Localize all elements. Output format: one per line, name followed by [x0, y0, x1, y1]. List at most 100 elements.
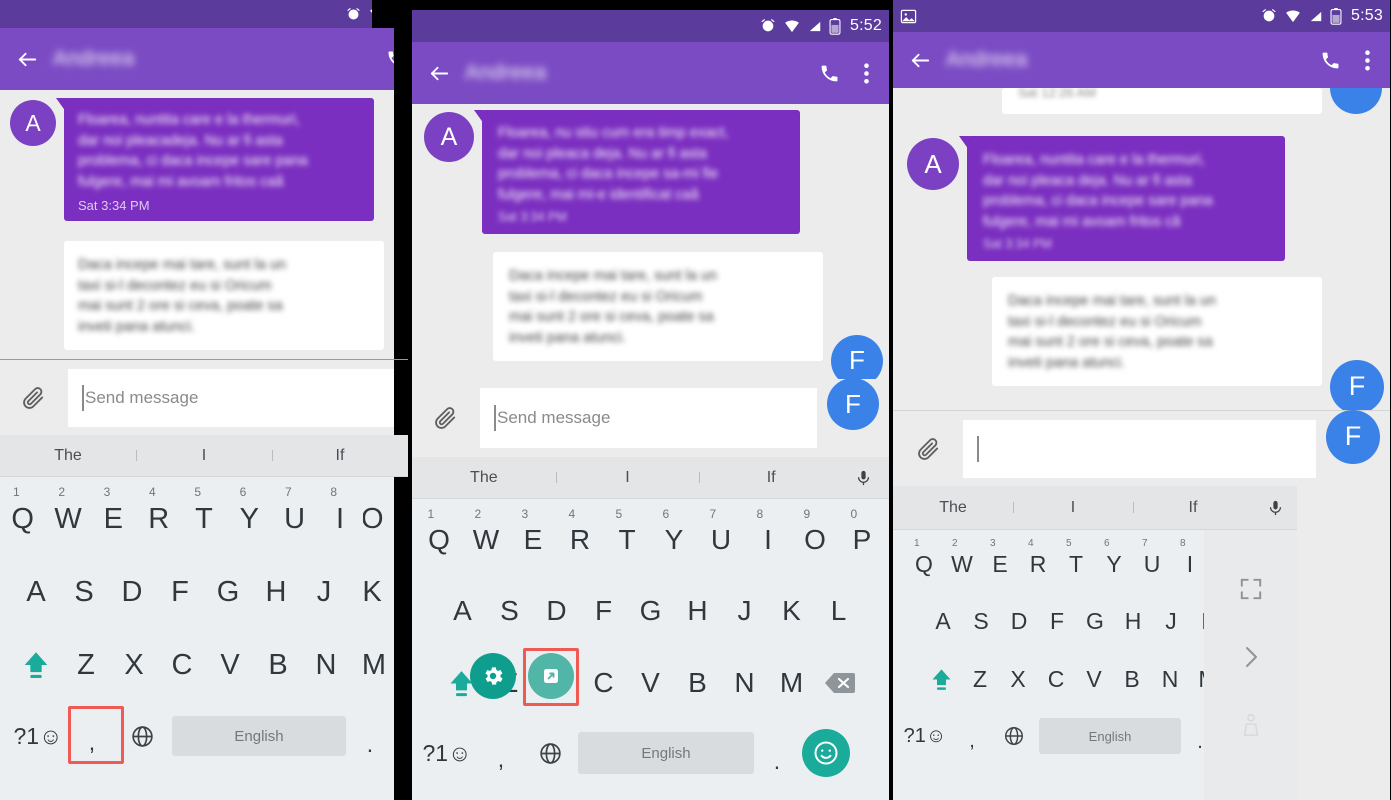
- key-C[interactable]: C: [1037, 654, 1075, 704]
- symbols-key[interactable]: ?1☺: [418, 725, 476, 781]
- key-M[interactable]: M: [350, 633, 398, 697]
- keyboard-settings-button[interactable]: [470, 653, 516, 699]
- paperclip-icon[interactable]: [432, 405, 458, 431]
- emoji-icon[interactable]: [802, 729, 850, 777]
- key-A[interactable]: A: [924, 596, 962, 646]
- suggestion-1[interactable]: I: [1013, 499, 1133, 517]
- key-M[interactable]: M: [768, 652, 815, 714]
- key-Y[interactable]: 6 Y: [227, 484, 272, 554]
- key-R[interactable]: 4R: [557, 506, 604, 574]
- key-L[interactable]: L: [815, 580, 862, 642]
- overflow-icon[interactable]: [854, 62, 879, 84]
- one-handed-mode-button[interactable]: [528, 653, 574, 699]
- key-V[interactable]: V: [206, 633, 254, 697]
- key-J[interactable]: J: [1152, 596, 1190, 646]
- paperclip-icon[interactable]: [915, 436, 941, 462]
- move-right-icon[interactable]: [1239, 642, 1263, 672]
- key-V[interactable]: V: [1075, 654, 1113, 704]
- period-key[interactable]: .: [346, 708, 394, 764]
- key-E[interactable]: 3E: [981, 537, 1019, 591]
- key-I[interactable]: 8 I: [317, 484, 362, 554]
- key-E[interactable]: 3 E: [91, 484, 136, 554]
- key-U[interactable]: 7U: [1133, 537, 1171, 591]
- symbols-key[interactable]: ?1☺: [899, 712, 951, 760]
- key-D[interactable]: D: [1000, 596, 1038, 646]
- message-bubble[interactable]: Floarea, nu stiu cum era timp exact, dar…: [474, 110, 800, 235]
- call-icon[interactable]: [809, 63, 850, 84]
- comma-key[interactable]: ,: [951, 712, 993, 760]
- key-G[interactable]: G: [1076, 596, 1114, 646]
- globe-icon[interactable]: [993, 712, 1035, 760]
- message-bubble-partial[interactable]: Sat 12:26 AM: [1002, 88, 1322, 114]
- suggestion-0[interactable]: The: [412, 469, 556, 487]
- key-W[interactable]: 2W: [943, 537, 981, 591]
- key-P[interactable]: 0P: [839, 506, 886, 574]
- suggestion-2[interactable]: If: [272, 447, 408, 465]
- period-key[interactable]: .: [754, 725, 800, 781]
- key-C[interactable]: C: [580, 652, 627, 714]
- key-V[interactable]: V: [627, 652, 674, 714]
- key-W[interactable]: 2 W: [45, 484, 90, 554]
- back-button[interactable]: [0, 48, 53, 71]
- key-E[interactable]: 3E: [510, 506, 557, 574]
- globe-icon[interactable]: [526, 725, 574, 781]
- key-H[interactable]: H: [674, 580, 721, 642]
- suggestion-0[interactable]: The: [0, 447, 136, 465]
- mic-icon[interactable]: [843, 467, 883, 489]
- message-bubble[interactable]: Daca incepe mai tare, sunt la un taxi si…: [493, 252, 823, 361]
- key-R[interactable]: 4 R: [136, 484, 181, 554]
- key-S[interactable]: S: [962, 596, 1000, 646]
- key-W[interactable]: 2W: [463, 506, 510, 574]
- key-A[interactable]: A: [12, 560, 60, 624]
- back-button[interactable]: [412, 62, 465, 85]
- key-D[interactable]: D: [533, 580, 580, 642]
- key-G[interactable]: G: [204, 560, 252, 624]
- space-key[interactable]: English: [1039, 718, 1181, 754]
- key-S[interactable]: S: [60, 560, 108, 624]
- message-input-2[interactable]: Send message: [480, 388, 817, 448]
- key-U[interactable]: 7U: [698, 506, 745, 574]
- message-input-3[interactable]: [963, 419, 1316, 478]
- space-key[interactable]: English: [172, 716, 346, 756]
- globe-icon[interactable]: [118, 708, 166, 764]
- key-A[interactable]: A: [439, 580, 486, 642]
- key-C[interactable]: C: [158, 633, 206, 697]
- key-J[interactable]: J: [300, 560, 348, 624]
- key-H[interactable]: H: [252, 560, 300, 624]
- key-Z[interactable]: Z: [62, 633, 110, 697]
- suggestion-2[interactable]: If: [1133, 499, 1253, 517]
- suggestion-1[interactable]: I: [555, 469, 700, 487]
- key-K[interactable]: K: [348, 560, 396, 624]
- key-Q[interactable]: 1Q: [905, 537, 943, 591]
- comma-key[interactable]: ,: [66, 708, 118, 764]
- message-bubble[interactable]: Daca incepe mai tare, sunt la un taxi si…: [992, 277, 1322, 386]
- key-F[interactable]: F: [156, 560, 204, 624]
- suggestion-0[interactable]: The: [893, 499, 1013, 517]
- paperclip-icon[interactable]: [20, 385, 46, 411]
- key-R[interactable]: 4R: [1019, 537, 1057, 591]
- key-S[interactable]: S: [486, 580, 533, 642]
- overflow-icon[interactable]: [1355, 49, 1380, 71]
- key-H[interactable]: H: [1114, 596, 1152, 646]
- symbols-key[interactable]: ?1☺: [10, 708, 66, 764]
- key-Y[interactable]: 6Y: [651, 506, 698, 574]
- space-key[interactable]: English: [578, 732, 754, 774]
- key-F[interactable]: F: [580, 580, 627, 642]
- key-B[interactable]: B: [674, 652, 721, 714]
- key-N[interactable]: N: [721, 652, 768, 714]
- key-K[interactable]: K: [768, 580, 815, 642]
- message-bubble[interactable]: Floarea, nuntita care e la thermuri, dar…: [959, 136, 1285, 262]
- key-Y[interactable]: 6Y: [1095, 537, 1133, 591]
- comma-key[interactable]: ,: [476, 725, 526, 781]
- mic-icon[interactable]: [1253, 497, 1297, 519]
- key-T[interactable]: 5T: [1057, 537, 1095, 591]
- key-G[interactable]: G: [627, 580, 674, 642]
- back-button[interactable]: [893, 49, 946, 72]
- key-X[interactable]: X: [110, 633, 158, 697]
- key-N[interactable]: N: [302, 633, 350, 697]
- key-T[interactable]: 5T: [604, 506, 651, 574]
- key-J[interactable]: J: [721, 580, 768, 642]
- suggestion-1[interactable]: I: [136, 447, 272, 465]
- key-N[interactable]: N: [1151, 654, 1189, 704]
- key-B[interactable]: B: [1113, 654, 1151, 704]
